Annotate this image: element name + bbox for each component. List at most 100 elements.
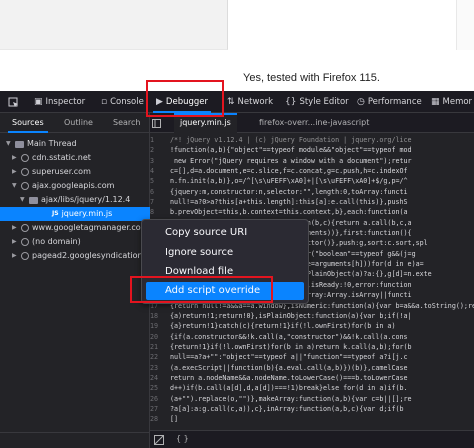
tree-item-googletagmanager[interactable]: ▶ www.googletagmanager.cor [12,221,144,235]
line-number[interactable]: 5 [150,176,170,186]
menu-item-ignore-source[interactable]: Ignore source [146,244,304,262]
inspector-icon: ▣ [34,97,43,107]
line-number[interactable]: 7 [150,197,170,207]
code-text: null!=a?0>a?this[a+this.length]:this[a]:… [170,198,408,207]
globe-icon [21,182,29,190]
tab-memory[interactable]: ▦ Memor [431,91,472,113]
tree-item-label: pagead2.googlesyndication. [32,251,146,260]
code-text: b.prevObject=this,b.context=this.context… [170,208,408,217]
editor-tab-firefox-override[interactable]: firefox-overr...ine-javascript [253,113,375,133]
chevron-right-icon: ▶ [12,238,17,245]
line-number[interactable]: 8 [150,207,170,217]
code-line: 1/*! jQuery v1.12.4 | (c) jQuery Foundat… [150,135,474,145]
tree-item-jquery-min-js[interactable]: JS jquery.min.js [0,207,150,221]
tree-item-label: ajax/libs/jquery/1.12.4 [41,195,131,204]
comment-text: Yes, tested with Firefox 115. [243,72,380,84]
line-number[interactable]: 20 [150,332,170,342]
chevron-right-icon: ▶ [12,154,17,161]
js-file-icon: JS [52,210,59,217]
globe-icon [21,154,29,162]
line-number[interactable]: 21 [150,342,170,352]
globe-icon [21,168,29,176]
pick-element-button[interactable] [8,91,19,113]
globe-icon [21,224,29,232]
line-number[interactable]: 3 [150,156,170,166]
webpage-area: Yes, tested with Firefox 115. [0,0,474,91]
code-line: 4 c=[],d=a.document,e=c.slice,f=c.concat,… [150,166,474,176]
code-text: !function(a,b){"object"==typeof module&&… [170,146,412,155]
code-text: /*! jQuery v1.12.4 | (c) jQuery Foundati… [170,136,412,144]
code-line: 27 ?a[a]:a:g.call(c,a)),c},inArray:functi… [150,404,474,414]
code-text: return a.nodeName&&a.nodeName.toLowerCas… [170,373,408,382]
line-number[interactable]: 26 [150,394,170,404]
code-text: {a}return!1}catch(c){return!1}if(!l.ownF… [170,322,396,331]
tree-item-label: superuser.com [32,167,91,176]
sources-panel: Sources Outline Search ▼ Main Thread ▶ c… [0,113,150,448]
toggle-sidebar-icon[interactable] [154,435,164,447]
tab-search[interactable]: Search [113,113,140,133]
line-number[interactable]: 2 [150,145,170,155]
tab-console[interactable]: ▫ Console [101,91,144,113]
page-scrollbar[interactable] [456,0,474,50]
tree-item-label: cdn.sstatic.net [32,153,91,162]
line-number[interactable]: 28 [150,414,170,424]
code-line: 22 null==a?a+"":"object"==typeof a||"func… [150,352,474,362]
chevron-down-icon: ▼ [20,196,25,203]
line-number[interactable]: 18 [150,311,170,321]
line-number[interactable]: 4 [150,166,170,176]
tree-item-cdn-sstatic[interactable]: ▶ cdn.sstatic.net [12,151,91,165]
chevron-right-icon: ▶ [12,168,17,175]
line-number[interactable]: 24 [150,373,170,383]
globe-icon [21,238,29,246]
tree-item-jquery-folder[interactable]: ▼ ajax/libs/jquery/1.12.4 [20,193,130,207]
performance-icon: ◷ [357,97,365,107]
tab-performance-label: Performance [367,97,422,107]
code-line: 21 {return!1}if(!l.ownFirst)for(b in a)re… [150,342,474,352]
pick-element-icon [8,97,18,107]
tab-outline[interactable]: Outline [64,113,93,133]
line-number[interactable]: 23 [150,363,170,373]
pretty-print-button[interactable]: { } [176,434,189,443]
tree-item-label: www.googletagmanager.cor [32,223,144,232]
line-number[interactable]: 19 [150,321,170,331]
tab-sources[interactable]: Sources [8,113,48,133]
code-text: d++)if(b.call(a[d],d,a[d])===!1)break}el… [170,384,408,393]
code-line: 19 {a}return!1}catch(c){return!1}if(!l.ow… [150,321,474,331]
tree-item-label: (no domain) [32,237,81,246]
line-number[interactable]: 22 [150,352,170,362]
tree-item-no-domain[interactable]: ▶ (no domain) [12,235,81,249]
code-text: {jquery:m,constructor:n,selector:"",leng… [170,187,408,196]
style-editor-icon: {} [285,97,297,107]
code-text: n.fn.init(a,b)},o=/^[\s\uFEFF\xA0]+|[\s\… [170,177,408,186]
menu-item-copy-source-uri[interactable]: Copy source URI [146,224,304,242]
annotation-highlight-debugger [146,80,224,117]
line-number[interactable]: 1 [150,135,170,145]
line-number[interactable]: 27 [150,404,170,414]
code-line: 25 d++)if(b.call(a[d],d,a[d])===!1)break}… [150,383,474,393]
tab-inspector[interactable]: ▣ Inspector [34,91,85,113]
code-line: 6 {jquery:m,constructor:n,selector:"",len… [150,187,474,197]
tree-item-superuser[interactable]: ▶ superuser.com [12,165,91,179]
tab-network[interactable]: ⇅ Network [227,91,273,113]
line-number[interactable]: 6 [150,187,170,197]
code-text: {if(a.constructor&&!k.call(a,"constructo… [170,332,408,341]
line-number[interactable]: 25 [150,383,170,393]
tree-item-pagead2[interactable]: ▶ pagead2.googlesyndication. [12,249,145,263]
code-text: [] [170,415,179,424]
code-text: new Error("jQuery requires a window with… [170,156,412,165]
code-text: {a)return!1;return!0},isPlainObject:func… [170,311,412,320]
code-line: 24 return a.nodeName&&a.nodeName.toLowerC… [150,373,474,383]
tree-item-ajax-googleapis[interactable]: ▼ ajax.googleapis.com [12,179,114,193]
tab-performance[interactable]: ◷ Performance [357,91,422,113]
tab-network-label: Network [237,97,274,107]
code-line: 23 (a.execScript||function(b){a.eval.call… [150,363,474,373]
chevron-down-icon: ▼ [12,182,17,189]
chevron-right-icon: ▶ [12,252,17,259]
devtools-toolbar: ▣ Inspector ▫ Console ▶ Debugger ⇅ Netwo… [0,91,474,113]
tab-style-editor[interactable]: {} Style Editor [285,91,349,113]
code-text: null==a?a+"":"object"==typeof a||"functi… [170,353,408,362]
page-left-panel [0,0,228,50]
tab-console-label: Console [110,97,144,107]
tree-item-main-thread[interactable]: ▼ Main Thread [6,137,77,151]
code-text: c=[],d=a.document,e=c.slice,f=c.concat,g… [170,167,408,176]
